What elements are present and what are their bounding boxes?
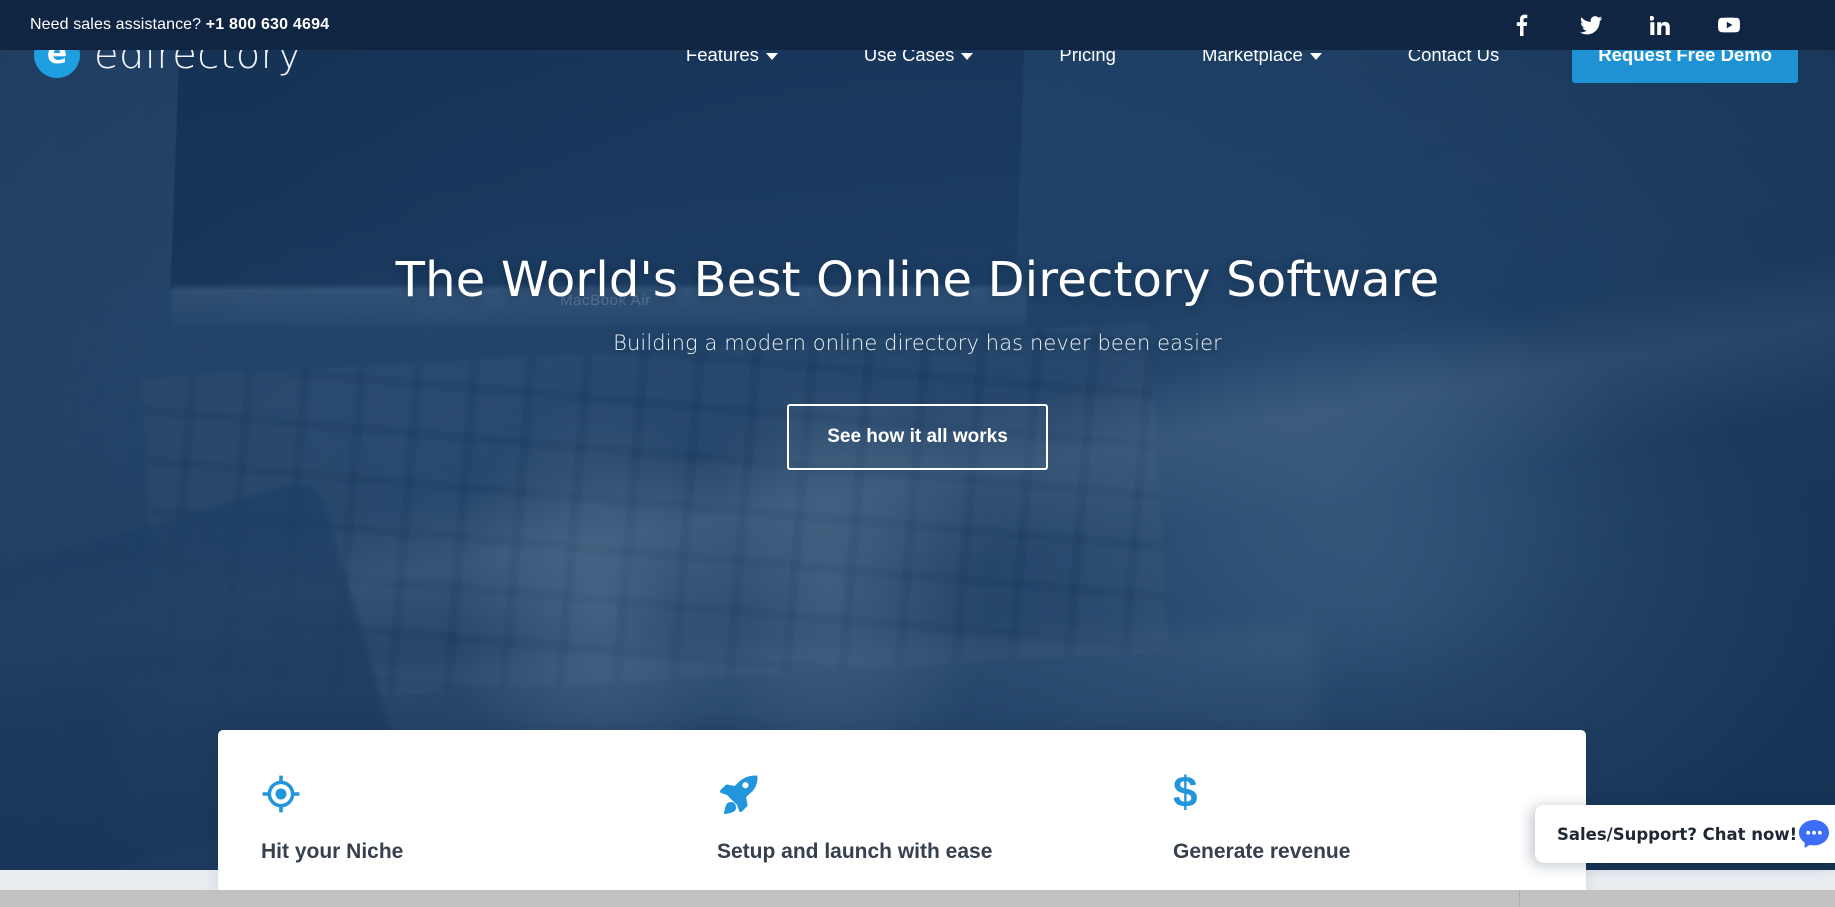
feature-card-title: Hit your Niche: [261, 840, 404, 863]
feature-card-setup-and-launch[interactable]: Setup and launch with ease: [674, 730, 1130, 907]
chevron-down-icon: [961, 53, 974, 60]
crosshair-target-icon: [261, 774, 674, 820]
see-how-it-all-works-button[interactable]: See how it all works: [787, 404, 1048, 470]
chat-bubble-icon[interactable]: [1797, 817, 1831, 851]
feature-card-generate-revenue[interactable]: $ Generate revenue: [1130, 730, 1586, 907]
dollar-glyph: $: [1173, 768, 1198, 817]
chat-widget[interactable]: Sales/Support? Chat now!: [1535, 805, 1835, 863]
chevron-down-icon: [765, 53, 778, 60]
facebook-icon[interactable]: [1511, 14, 1533, 36]
sales-assistance-label: Need sales assistance?: [30, 16, 202, 33]
linkedin-icon[interactable]: [1649, 14, 1671, 36]
landing-page: Need sales assistance? +1 800 630 4694 M…: [0, 0, 1835, 907]
chevron-down-icon: [1309, 53, 1322, 60]
youtube-icon[interactable]: [1718, 14, 1740, 36]
hero-subtitle: Building a modern online directory has n…: [613, 331, 1222, 355]
twitter-icon[interactable]: [1580, 14, 1602, 36]
feature-card-hit-your-niche[interactable]: Hit your Niche: [218, 730, 674, 907]
page-title: The World's Best Online Directory Softwa…: [395, 252, 1440, 308]
rocket-icon: [717, 774, 1130, 820]
feature-card-title: Generate revenue: [1173, 840, 1351, 863]
social-links: [1511, 14, 1740, 36]
feature-cards-panel: Hit your Niche Setup and launch with eas…: [218, 730, 1586, 907]
dollar-sign-icon: $: [1173, 768, 1586, 820]
top-utility-bar: Need sales assistance? +1 800 630 4694: [0, 0, 1835, 50]
chat-widget-label: Sales/Support? Chat now!: [1557, 824, 1798, 844]
scrollbar-thumb[interactable]: [0, 890, 1520, 907]
sales-assistance-text: Need sales assistance? +1 800 630 4694: [30, 16, 329, 34]
feature-card-title: Setup and launch with ease: [717, 840, 993, 863]
horizontal-scrollbar[interactable]: [0, 890, 1835, 907]
sales-phone-number[interactable]: +1 800 630 4694: [206, 16, 330, 33]
